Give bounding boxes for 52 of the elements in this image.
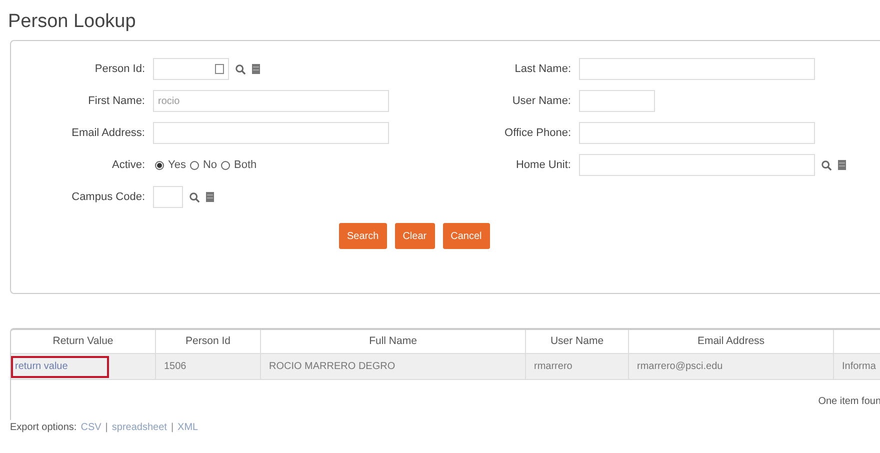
column-header: Full Name [261, 330, 526, 353]
export-link[interactable]: spreadsheet [112, 420, 167, 435]
export-link[interactable]: CSV [80, 420, 102, 435]
field-label: Campus Code: [70, 190, 146, 205]
radio-button[interactable] [221, 160, 230, 170]
field-label: Last Name: [514, 62, 572, 77]
field-label: Email Address: [70, 126, 146, 141]
column-header: User Name [526, 330, 629, 353]
table-cell: Informa [834, 354, 880, 379]
search-icon[interactable] [821, 160, 832, 170]
column-header: Return Value [11, 330, 156, 353]
field-label: Active: [110, 158, 146, 173]
table-cell: 1506 [156, 354, 261, 379]
column-header: Person Id [156, 330, 261, 353]
document-icon[interactable] [206, 192, 214, 202]
radio-button[interactable] [155, 160, 164, 170]
action-button[interactable]: Cancel [442, 223, 490, 249]
table-cell: rmarrero [526, 354, 629, 379]
action-button[interactable]: Search [339, 223, 387, 249]
export-link[interactable]: XML [178, 420, 198, 435]
radio-label: No [202, 158, 218, 173]
input-field[interactable] [153, 122, 389, 144]
input-field[interactable] [579, 58, 815, 80]
page-title: Person Lookup [7, 10, 137, 34]
document-icon[interactable] [838, 160, 846, 170]
search-icon[interactable] [189, 192, 200, 202]
field-label: User Name: [511, 94, 572, 109]
separator: | [105, 421, 108, 435]
picker-icon[interactable] [215, 64, 224, 74]
radio-label: Both [234, 158, 257, 173]
field-label: Office Phone: [504, 126, 572, 141]
separator: | [170, 421, 174, 435]
export-label: Export options: [10, 421, 77, 435]
input-field[interactable] [579, 90, 655, 112]
input-field[interactable] [153, 58, 229, 80]
search-icon[interactable] [235, 64, 246, 74]
table-cell: rmarrero@psci.edu [629, 354, 834, 379]
field-label: Person Id: [94, 62, 146, 77]
input-field[interactable] [153, 186, 183, 208]
table-cell: ROCIO MARRERO DEGRO [261, 354, 526, 379]
field-label: Home Unit: [514, 158, 572, 173]
field-label: First Name: [87, 94, 146, 109]
input-field[interactable] [579, 154, 815, 176]
document-icon[interactable] [252, 64, 260, 74]
column-header: Email Address [629, 330, 834, 353]
radio-label: Yes [168, 158, 186, 173]
input-field[interactable] [579, 122, 815, 144]
return-value-link[interactable]: return value [11, 356, 109, 378]
action-button[interactable]: Clear [394, 223, 435, 249]
input-field[interactable]: rocio [153, 90, 389, 112]
result-count: One item foun [818, 395, 880, 409]
radio-button[interactable] [190, 160, 199, 170]
